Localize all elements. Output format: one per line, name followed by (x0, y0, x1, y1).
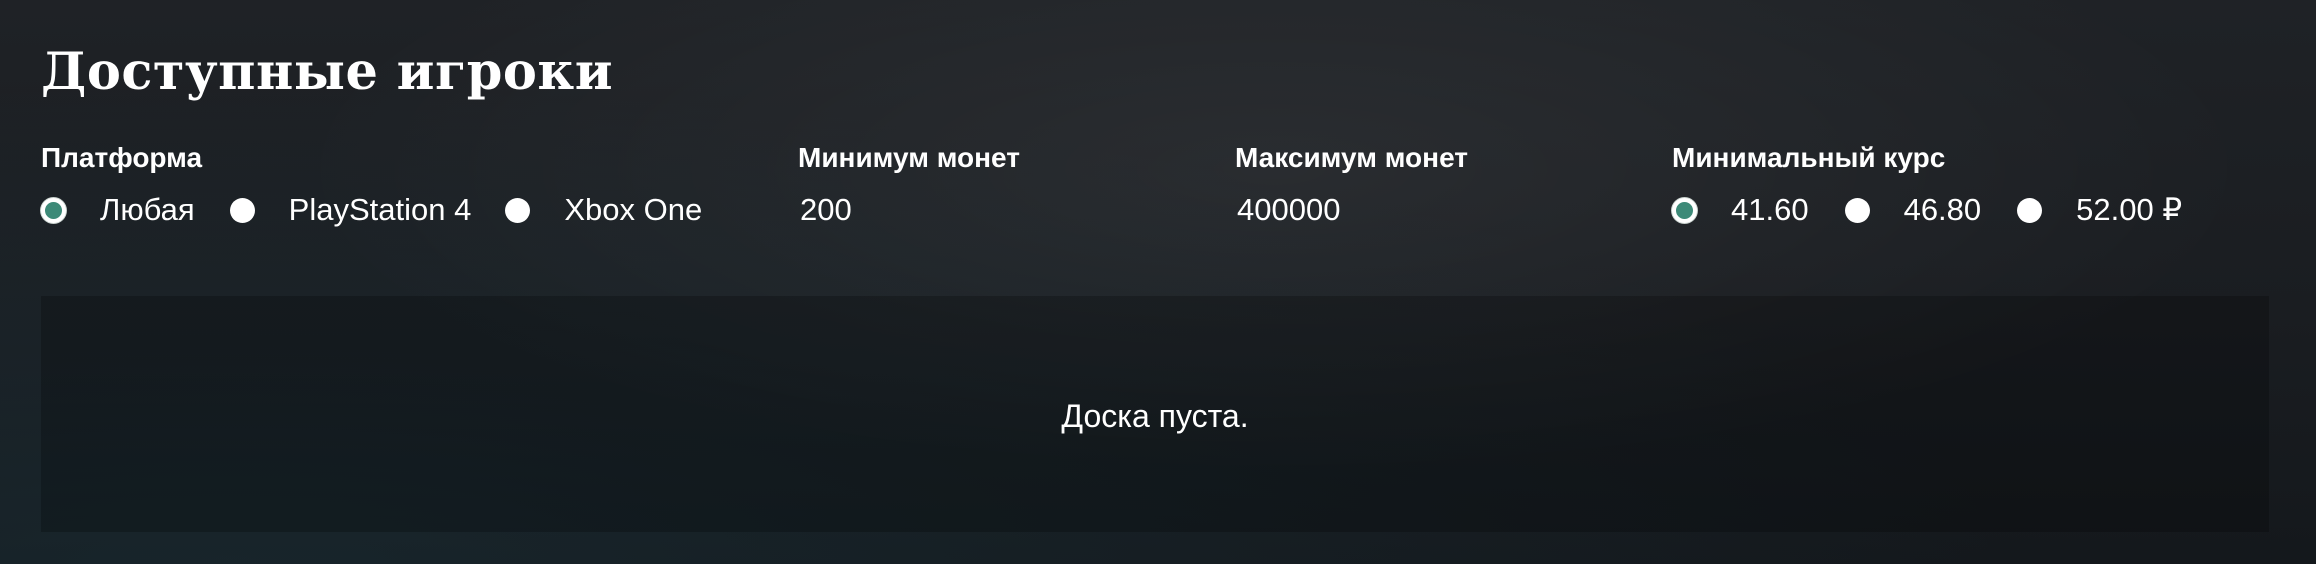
min-rate-label: Минимальный курс (1672, 142, 1946, 173)
platform-label: Платформа (41, 142, 203, 173)
radio-unselected-icon[interactable] (505, 197, 531, 223)
radio-unselected-icon[interactable] (1844, 197, 1870, 223)
empty-board-message: Доска пуста. (1061, 398, 1249, 434)
platform-option-label: Любая (100, 192, 195, 227)
page-title: Доступные игроки (41, 42, 614, 102)
min-coins-label: Минимум монет (798, 142, 1020, 173)
platform-option-label: Xbox One (564, 192, 703, 227)
rate-option-label: 46.80 (1903, 192, 1982, 227)
min-coins-filter: Минимум монет (798, 140, 1060, 230)
platform-radio-group: Любая PlayStation 4 Xbox One (41, 190, 702, 230)
radio-unselected-icon[interactable] (229, 197, 255, 223)
max-coins-filter: Максимум монет (1235, 140, 1497, 230)
platform-option-any[interactable]: Любая (41, 190, 195, 230)
min-rate-radio-group: 41.60 46.80 52.00 ₽ (1672, 190, 2182, 230)
rate-option-1[interactable]: 41.60 (1672, 190, 1809, 230)
rate-option-label: 52.00 ₽ (2076, 192, 2183, 227)
max-coins-label: Максимум монет (1235, 142, 1468, 173)
min-rate-filter: Минимальный курс 41.60 46.80 52.00 ₽ (1672, 140, 2182, 230)
platform-filter: Платформа Любая PlayStation 4 Xbox One (41, 140, 702, 230)
rate-option-3[interactable]: 52.00 ₽ (2017, 190, 2182, 230)
min-coins-input[interactable] (798, 190, 1060, 230)
max-coins-input[interactable] (1235, 190, 1497, 230)
rate-option-label: 41.60 (1731, 192, 1809, 227)
platform-option-label: PlayStation 4 (288, 192, 472, 227)
players-board: Доска пуста. (41, 296, 2269, 532)
platform-option-xbox[interactable]: Xbox One (505, 190, 702, 230)
rate-option-2[interactable]: 46.80 (1844, 190, 1982, 230)
radio-selected-icon[interactable] (1672, 197, 1697, 223)
radio-unselected-icon[interactable] (2017, 197, 2043, 223)
platform-option-ps4[interactable]: PlayStation 4 (229, 190, 472, 230)
radio-selected-icon[interactable] (41, 197, 66, 223)
